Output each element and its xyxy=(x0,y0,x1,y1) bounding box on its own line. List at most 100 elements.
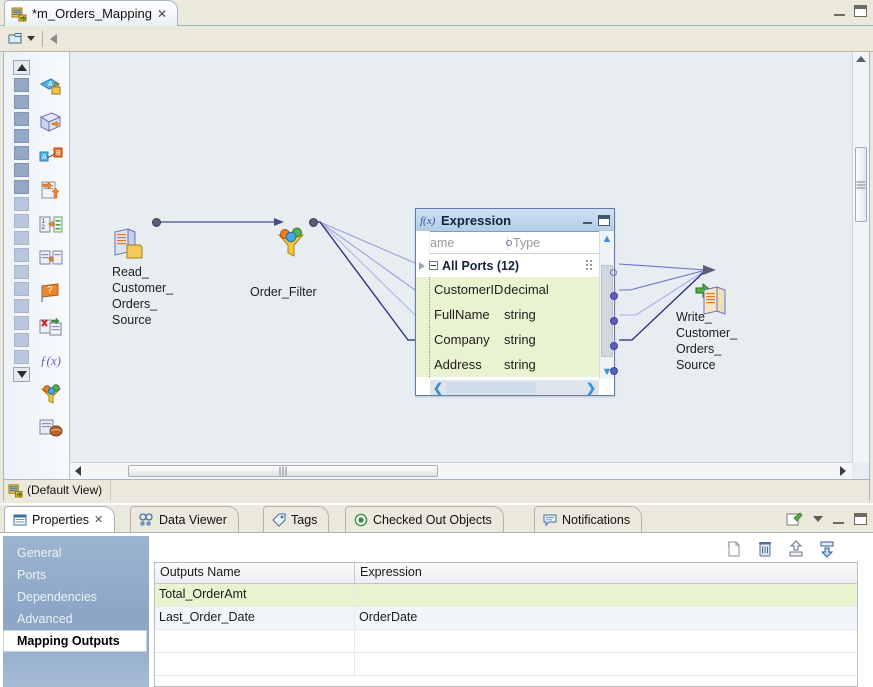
table-row[interactable]: Total_OrderAmt xyxy=(155,584,857,607)
maximize-icon[interactable] xyxy=(854,5,867,17)
port-type: string xyxy=(504,307,536,322)
union-transformation-icon[interactable] xyxy=(38,314,64,340)
svg-text:?: ? xyxy=(47,285,53,296)
tab-properties[interactable]: Properties ✕ xyxy=(4,506,116,532)
cell-expression[interactable] xyxy=(355,630,857,652)
tab-data-viewer[interactable]: Data Viewer xyxy=(130,506,239,532)
cell-expression[interactable] xyxy=(355,584,857,606)
cell-outputs-name[interactable] xyxy=(155,630,355,652)
maximize-icon[interactable] xyxy=(854,513,867,525)
expression-transformation-window[interactable]: f(x) Expression Name Type All Ports (12)… xyxy=(415,208,618,396)
new-icon[interactable] xyxy=(725,540,743,558)
delete-icon[interactable] xyxy=(756,540,774,558)
lookup-transformation-icon[interactable]: A xyxy=(38,76,64,102)
tab-notifications[interactable]: Notifications xyxy=(534,506,643,532)
nav-item-dependencies[interactable]: Dependencies xyxy=(3,586,149,608)
java-transformation-icon[interactable] xyxy=(38,416,64,442)
canvas-vertical-scrollbar[interactable] xyxy=(852,52,869,462)
table-row[interactable]: Last_Order_Date OrderDate xyxy=(155,607,857,630)
pin-view-icon[interactable] xyxy=(786,511,803,527)
table-row[interactable] xyxy=(155,653,857,676)
palette-scroll-up[interactable] xyxy=(13,60,30,75)
scroll-left-icon[interactable]: ❮ xyxy=(433,381,443,395)
back-arrow-icon[interactable] xyxy=(50,33,57,44)
port-marker-icon xyxy=(506,240,512,246)
expression-column-header: Name Type xyxy=(416,232,614,254)
expand-arrow-icon[interactable] xyxy=(419,261,425,270)
close-icon[interactable]: ✕ xyxy=(157,8,167,20)
folder-icon[interactable] xyxy=(7,31,24,47)
update-strategy-icon[interactable] xyxy=(38,178,64,204)
properties-view-window: Properties ✕ Data Viewer Tags Checked Ou… xyxy=(0,505,873,687)
mapping-outputs-table[interactable]: Outputs Name Expression Total_OrderAmt L… xyxy=(154,562,858,687)
transformation-palette[interactable]: A A B 1 2 ? ƒ(x) xyxy=(4,52,70,479)
cell-expression[interactable] xyxy=(355,653,857,675)
nav-item-general[interactable]: General xyxy=(3,542,149,564)
editor-tab-mapping[interactable]: *m_Orders_Mapping ✕ xyxy=(4,0,179,26)
nav-item-mapping-outputs[interactable]: Mapping Outputs xyxy=(3,630,147,652)
view-menu-icon[interactable] xyxy=(813,516,823,522)
expression-port-list[interactable]: All Ports (12) CustomerID decimal FullNa… xyxy=(416,254,599,379)
output-port[interactable] xyxy=(610,292,618,300)
scroll-thumb[interactable] xyxy=(128,465,438,477)
output-port[interactable] xyxy=(610,342,618,350)
tab-label: Data Viewer xyxy=(159,512,227,527)
cell-outputs-name[interactable]: Total_OrderAmt xyxy=(155,584,355,606)
port-row[interactable]: Company string xyxy=(416,327,599,352)
port-type: string xyxy=(504,332,536,347)
minimize-icon[interactable] xyxy=(834,7,845,16)
table-row[interactable] xyxy=(155,630,857,653)
read-source-icon[interactable] xyxy=(112,228,146,260)
palette-scroll-down[interactable] xyxy=(13,367,30,382)
joiner-transformation-icon[interactable]: ƒ(x) xyxy=(38,348,64,374)
expression-transformation-icon[interactable]: A B xyxy=(38,144,64,170)
port-name: Company xyxy=(434,332,490,347)
drag-handle-icon[interactable] xyxy=(586,260,593,270)
close-icon[interactable]: ✕ xyxy=(94,513,103,526)
scroll-thumb[interactable] xyxy=(855,147,867,222)
maximize-icon[interactable] xyxy=(598,214,610,226)
scroll-up-icon[interactable] xyxy=(853,56,869,62)
scroll-right-icon[interactable] xyxy=(840,463,846,479)
scroll-thumb[interactable] xyxy=(446,382,536,393)
filter-transformation-icon[interactable] xyxy=(38,382,64,408)
minimize-icon[interactable] xyxy=(833,515,844,524)
filter-icon[interactable] xyxy=(274,225,308,259)
scroll-right-icon[interactable]: ❯ xyxy=(586,381,596,395)
default-view-tab[interactable]: (Default View) xyxy=(4,479,112,501)
editor-tab-bar: *m_Orders_Mapping ✕ xyxy=(0,0,873,26)
move-down-icon[interactable] xyxy=(818,540,836,558)
nav-item-ports[interactable]: Ports xyxy=(3,564,149,586)
expression-vertical-scrollbar[interactable]: ▲ ▼ xyxy=(599,231,614,379)
port-group-row[interactable]: All Ports (12) xyxy=(416,254,599,277)
cell-outputs-name[interactable]: Last_Order_Date xyxy=(155,607,355,629)
output-port[interactable] xyxy=(610,317,618,325)
minimize-icon[interactable] xyxy=(583,217,592,224)
canvas-horizontal-scrollbar[interactable] xyxy=(70,462,852,479)
aggregator-transformation-icon[interactable] xyxy=(38,110,64,136)
move-up-icon[interactable] xyxy=(787,540,805,558)
sorter-transformation-icon[interactable]: 1 2 xyxy=(38,212,64,238)
properties-section-nav[interactable]: General Ports Dependencies Advanced Mapp… xyxy=(3,536,149,687)
expression-horizontal-scrollbar[interactable]: ❮ ❯ xyxy=(430,380,599,395)
cell-outputs-name[interactable] xyxy=(155,653,355,675)
scroll-left-icon[interactable] xyxy=(75,463,81,479)
tab-checked-out-objects[interactable]: Checked Out Objects xyxy=(345,506,504,532)
filter-output-port[interactable] xyxy=(309,218,318,227)
tab-tags[interactable]: Tags xyxy=(263,506,330,532)
cell-expression[interactable]: OrderDate xyxy=(355,607,857,629)
column-header-outputs-name: Outputs Name xyxy=(155,563,355,583)
nav-item-advanced[interactable]: Advanced xyxy=(3,608,149,630)
scroll-up-icon[interactable]: ▲ xyxy=(600,231,614,246)
collapse-box-icon[interactable] xyxy=(429,261,438,270)
port-row[interactable]: Address string xyxy=(416,352,599,377)
nav-label: Dependencies xyxy=(17,590,97,604)
chevron-down-icon[interactable] xyxy=(27,36,35,41)
source-output-port[interactable] xyxy=(152,218,161,227)
output-port[interactable] xyxy=(610,367,618,375)
router-transformation-icon[interactable] xyxy=(38,246,64,272)
port-row[interactable]: CustomerID decimal xyxy=(416,277,599,302)
port-row[interactable]: FullName string xyxy=(416,302,599,327)
tag-icon xyxy=(272,513,286,527)
rank-transformation-icon[interactable]: ? xyxy=(38,280,64,306)
